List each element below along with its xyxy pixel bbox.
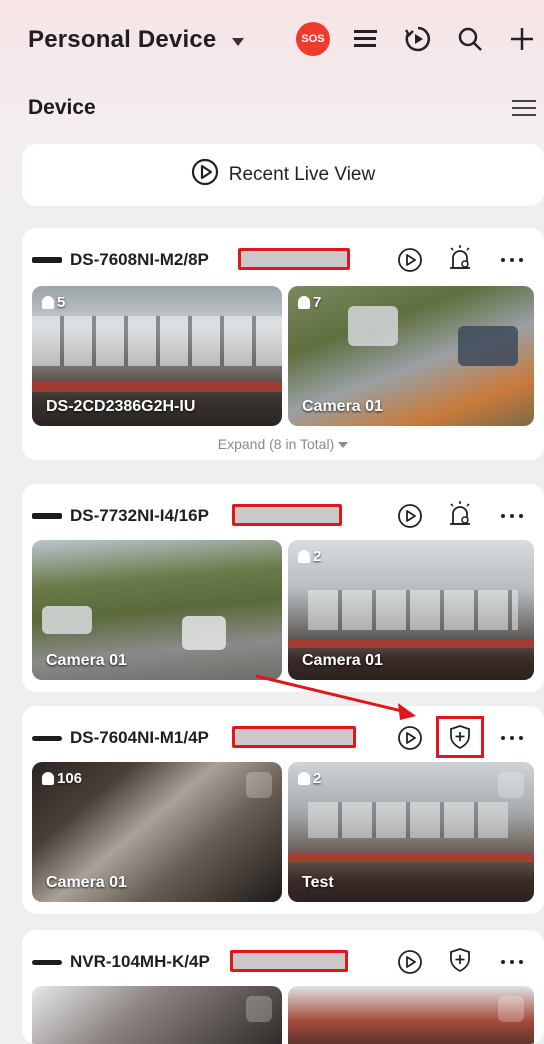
redacted-serial [232, 504, 342, 526]
section-header: Device [28, 92, 540, 124]
more-icon[interactable] [496, 500, 528, 532]
alarm-badge: 106 [42, 770, 82, 787]
shield-add-icon[interactable] [444, 944, 476, 976]
device-group-selector[interactable]: Personal Device [28, 26, 245, 54]
nvr-icon [32, 735, 62, 741]
top-actions: SOS [296, 22, 538, 56]
camera-label: Test [302, 874, 334, 891]
play-icon[interactable] [394, 500, 426, 532]
redacted-serial [232, 726, 356, 748]
bell-icon [298, 772, 310, 785]
camera-label: DS-2CD2386G2H-IU [46, 398, 196, 415]
more-icon[interactable] [496, 244, 528, 276]
camera-label: Camera 01 [302, 398, 383, 415]
device-card: DS-7732NI-I4/16P Camera 01 2 Camera 01 [22, 484, 544, 692]
bell-icon [298, 296, 310, 309]
camera-thumbnail[interactable]: 2 Camera 01 [288, 540, 534, 680]
alarm-badge: 5 [42, 294, 65, 311]
hamburger-icon[interactable] [508, 92, 540, 124]
lens-cover-icon [498, 996, 524, 1022]
nvr-icon [32, 257, 62, 263]
page-title: Personal Device [28, 26, 217, 53]
camera-thumbnail[interactable]: 7 Camera 01 [288, 286, 534, 426]
more-icon[interactable] [496, 722, 528, 754]
add-icon[interactable] [506, 23, 538, 55]
sos-label: SOS [301, 33, 325, 45]
device-name: DS-7732NI-I4/16P [70, 506, 209, 525]
camera-label: Camera 01 [46, 652, 127, 669]
camera-thumbnail[interactable]: 106 Camera 01 [32, 762, 282, 902]
device-name: DS-7604NI-M1/4P [70, 728, 209, 747]
lens-cover-icon [246, 772, 272, 798]
play-circle-icon [191, 158, 219, 192]
camera-thumbnail[interactable] [288, 986, 534, 1044]
bell-icon [42, 772, 54, 785]
camera-label: Camera 01 [302, 652, 383, 669]
list-icon[interactable] [350, 23, 382, 55]
camera-label: Camera 01 [46, 874, 127, 891]
nvr-icon [32, 513, 62, 519]
recent-live-view-button[interactable]: Recent Live View [22, 144, 544, 206]
playback-icon[interactable] [402, 23, 434, 55]
lens-cover-icon [498, 772, 524, 798]
section-title: Device [28, 96, 96, 119]
play-icon[interactable] [394, 244, 426, 276]
redacted-serial [238, 248, 350, 270]
camera-thumbnail[interactable]: Camera 01 [32, 540, 282, 680]
alarm-badge: 7 [298, 294, 321, 311]
alarm-settings-icon[interactable] [444, 498, 476, 530]
play-icon[interactable] [394, 722, 426, 754]
camera-thumbnail[interactable] [32, 986, 282, 1044]
device-name: NVR-104MH-K/4P [70, 952, 210, 971]
device-card: NVR-104MH-K/4P [22, 930, 544, 1044]
device-card: DS-7608NI-M2/8P 5 DS-2CD2386G2H-IU 7 Cam… [22, 228, 544, 460]
alarm-badge: 2 [298, 770, 321, 787]
bell-icon [42, 296, 54, 309]
alarm-badge: 2 [298, 548, 321, 565]
nvr-icon [32, 959, 62, 965]
chevron-down-icon [338, 442, 349, 449]
play-icon[interactable] [394, 946, 426, 978]
bell-icon [298, 550, 310, 563]
top-bar: Personal Device SOS [0, 0, 544, 84]
shield-add-icon[interactable] [436, 716, 484, 758]
search-icon[interactable] [454, 23, 486, 55]
recent-live-view-label: Recent Live View [228, 164, 376, 185]
chevron-down-icon [232, 38, 245, 46]
camera-thumbnail[interactable]: 2 Test [288, 762, 534, 902]
device-name: DS-7608NI-M2/8P [70, 250, 209, 269]
alarm-settings-icon[interactable] [444, 242, 476, 274]
lens-cover-icon [246, 996, 272, 1022]
more-icon[interactable] [496, 946, 528, 978]
camera-thumbnail[interactable]: 5 DS-2CD2386G2H-IU [32, 286, 282, 426]
device-card: DS-7604NI-M1/4P 106 Camera 01 2 Test [22, 706, 544, 914]
redacted-serial [230, 950, 348, 972]
sos-button[interactable]: SOS [296, 22, 330, 56]
expand-toggle[interactable]: Expand (8 in Total) [22, 436, 544, 452]
